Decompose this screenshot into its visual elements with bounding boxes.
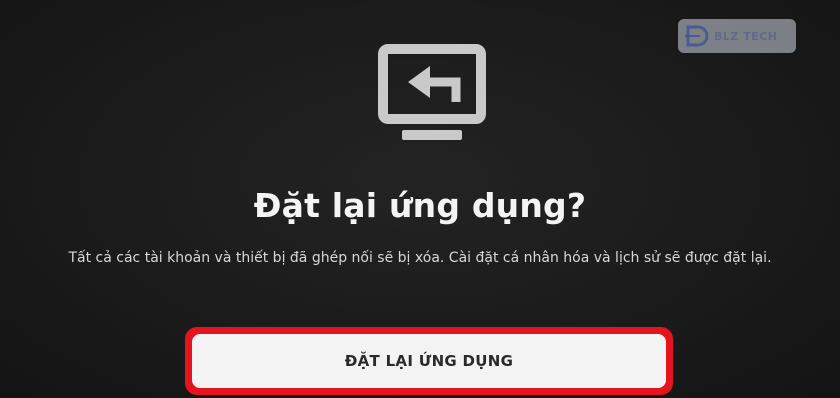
watermark: BLZ TECH [678,19,796,53]
reset-app-dialog: BLZ TECH Đặt lại ứng dụng? Tất cả các tà… [0,0,840,398]
watermark-text: BLZ TECH [714,29,778,43]
reset-button-focus-ring[interactable]: ĐẶT LẠI ỨNG DỤNG [185,327,673,395]
blz-tech-logo [685,25,709,47]
dialog-title: Đặt lại ứng dụng? [253,186,587,225]
dialog-message: Tất cả các tài khoản và thiết bị đã ghép… [68,250,772,266]
monitor-back-arrow-icon [378,44,486,140]
reset-app-button[interactable]: ĐẶT LẠI ỨNG DỤNG [192,334,666,388]
